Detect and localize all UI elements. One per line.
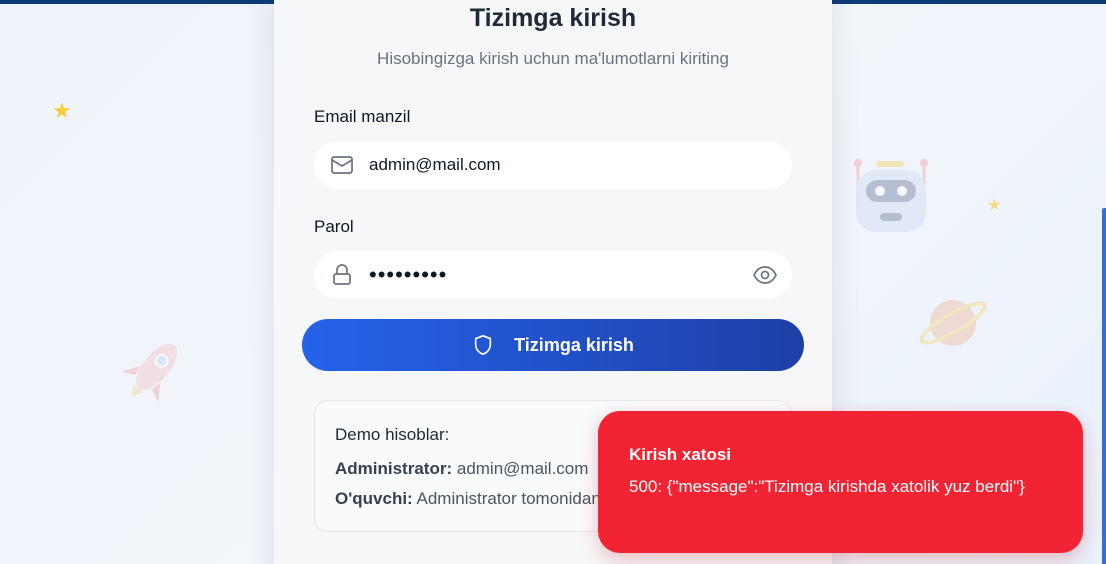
star-icon: ★ [52,98,72,123]
page-subtitle: Hisobingizga kirish uchun ma'lumotlarni … [377,49,729,68]
login-button[interactable]: Tizimga kirish [302,319,804,371]
password-field[interactable] [369,251,749,299]
toast-title: Kirish xatosi [629,445,732,464]
demo-student-value: Administrator tomonidan [416,489,601,508]
demo-student-label: O'quvchi: [335,489,413,508]
shield-icon [474,335,492,355]
password-label: Parol [314,217,354,236]
robot-icon [854,159,928,232]
error-toast[interactable]: Kirish xatosi 500: {"message":"Tizimga k… [598,411,1083,553]
email-label: Email manzil [314,107,411,126]
login-button-label: Tizimga kirish [514,334,634,355]
demo-admin-row: Administrator: admin@mail.com [335,459,588,479]
planet-icon [919,300,987,346]
email-field-wrapper[interactable] [314,141,792,189]
scrollbar[interactable] [1102,208,1106,564]
page-title: Tizimga kirish [469,4,637,32]
demo-student-row: O'quvchi: Administrator tomonidan [335,489,601,509]
demo-accounts-title: Demo hisoblar: [335,425,450,444]
lock-icon [333,264,351,285]
rocket-icon [121,343,178,403]
toast-message: 500: {"message":"Tizimga kirishda xatoli… [629,477,1025,496]
star-icon: ★ [987,197,1002,214]
mail-icon [331,156,353,174]
password-field-wrapper[interactable] [314,251,792,299]
demo-admin-label: Administrator: [335,459,453,478]
demo-admin-value: admin@mail.com [456,459,589,478]
eye-icon[interactable] [752,263,778,287]
email-field[interactable] [369,141,749,189]
